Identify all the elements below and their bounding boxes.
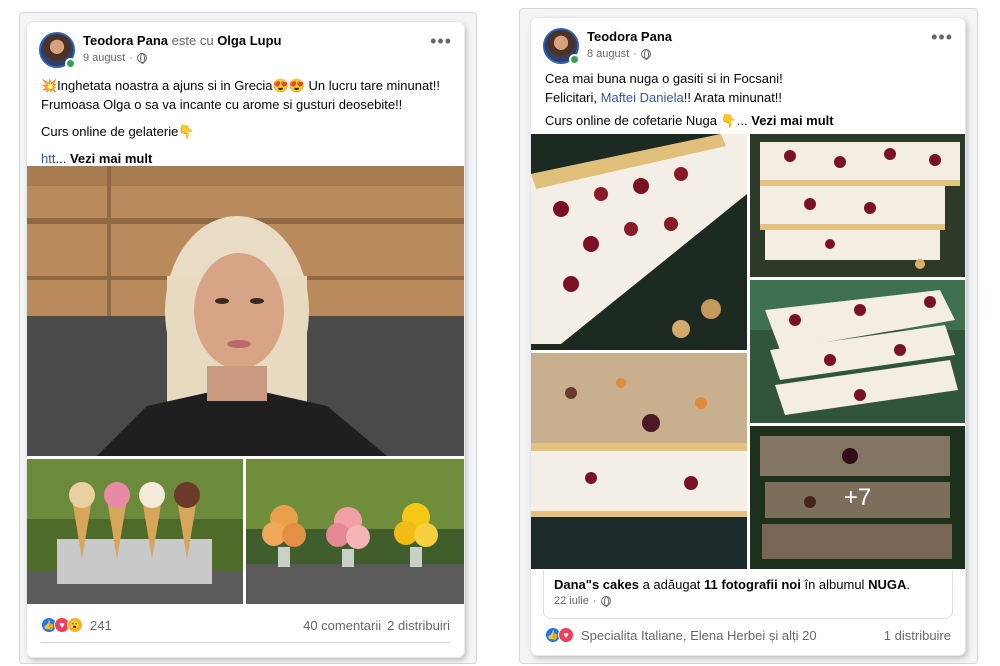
post-text-line: Curs online de gelaterie👇 — [41, 124, 195, 139]
post-text: 💥Inghetata noastra a ajuns si in Grecia😍… — [41, 76, 451, 168]
post-card: Teodora Pana este cu Olga Lupu 9 august … — [27, 22, 464, 657]
album-count: 11 fotografii noi — [704, 577, 801, 592]
post-text-line: Curs online de cofetarie Nuga 👇... Vezi … — [545, 111, 955, 130]
reactions-bar: 👍 ♥ 😮 241 40 comentarii 2 distribuiri — [41, 617, 450, 633]
globe-icon — [136, 53, 147, 64]
post-text-line: Cea mai buna nuga o gasiti si in Focsani… — [545, 71, 783, 86]
post-date[interactable]: 8 august — [587, 48, 629, 60]
globe-icon — [600, 596, 611, 607]
reactions-bar: 👍 ♥ Specialita Italiane, Elena Herbei și… — [545, 627, 951, 643]
author-name[interactable]: Teodora Pana — [83, 33, 168, 48]
post-photo-more[interactable]: +7 — [750, 426, 965, 569]
online-status-icon — [65, 58, 76, 69]
see-more-link[interactable]: Vezi mai mult — [751, 113, 833, 128]
post-meta: 9 august · — [83, 52, 147, 64]
globe-icon — [640, 49, 651, 60]
post-photo-nougat-2[interactable] — [750, 134, 965, 277]
more-dots-icon[interactable]: ••• — [430, 32, 452, 50]
shares-count[interactable]: 2 distribuiri — [387, 618, 450, 633]
post-author-line: Teodora Pana este cu Olga Lupu — [83, 33, 281, 48]
reaction-icons[interactable]: 👍 ♥ — [545, 627, 574, 643]
post-photo-cones[interactable] — [27, 459, 243, 604]
post-header: Teodora Pana 8 august · ••• — [543, 28, 953, 68]
reactions-names[interactable]: Specialita Italiane, Elena Herbei și alț… — [581, 628, 817, 643]
post-text-fragment: Felicitari, — [545, 90, 598, 105]
post-header: Teodora Pana este cu Olga Lupu 9 august … — [39, 32, 452, 72]
album-meta: 22 iulie · — [554, 595, 942, 607]
post-text: Cea mai buna nuga o gasiti si in Focsani… — [545, 69, 955, 130]
album-text: în albumul — [804, 577, 865, 592]
post-card: Teodora Pana 8 august · ••• Cea mai buna… — [531, 18, 965, 655]
post-text-line: 💥Inghetata noastra a ajuns si in Grecia😍… — [41, 78, 441, 93]
more-photos-overlay[interactable]: +7 — [750, 426, 965, 569]
album-line: Dana"s cakes a adăugat 11 fotografii noi… — [554, 577, 942, 592]
tagged-name[interactable]: Olga Lupu — [217, 33, 281, 48]
post-text-fragment: Curs online de cofetarie Nuga 👇... — [545, 113, 748, 128]
shares-count[interactable]: 1 distribuire — [884, 628, 951, 643]
with-text: este cu — [171, 33, 214, 48]
album-name[interactable]: NUGA — [868, 577, 906, 592]
post-text-line: Felicitari, Maftei Daniela!! Arata minun… — [545, 88, 955, 107]
album-date[interactable]: 22 iulie — [554, 595, 589, 607]
post-photo-nougat-4[interactable] — [531, 353, 747, 569]
wow-reaction-icon: 😮 — [67, 617, 83, 633]
post-photo-portrait[interactable] — [27, 166, 464, 456]
album-text: a adăugat — [642, 577, 701, 592]
post-meta: 8 august · — [587, 48, 651, 60]
reactions-count[interactable]: 241 — [90, 618, 112, 633]
post-link[interactable]: htt — [41, 151, 55, 166]
post-text-fragment: !! Arata minunat!! — [683, 90, 783, 105]
divider — [41, 642, 450, 643]
author-name[interactable]: Teodora Pana — [587, 29, 672, 44]
album-author[interactable]: Dana"s cakes — [554, 577, 639, 592]
post-text-line: Frumoasa Olga o sa va incante cu arome s… — [41, 97, 403, 112]
post-author-line: Teodora Pana — [587, 29, 672, 44]
album-attachment[interactable]: Dana"s cakes a adăugat 11 fotografii noi… — [543, 571, 953, 619]
ellipsis: ... — [55, 151, 67, 166]
see-more-link[interactable]: Vezi mai mult — [70, 151, 152, 166]
mention-link[interactable]: Maftei Daniela — [601, 90, 684, 105]
post-photo-nougat-3[interactable] — [750, 280, 965, 423]
love-reaction-icon: ♥ — [558, 627, 574, 643]
reaction-icons[interactable]: 👍 ♥ 😮 — [41, 617, 83, 633]
more-dots-icon[interactable]: ••• — [931, 28, 953, 46]
comments-count[interactable]: 40 comentarii — [303, 618, 381, 633]
album-period: . — [906, 577, 910, 592]
post-photo-bowls[interactable] — [246, 459, 464, 604]
post-date[interactable]: 9 august — [83, 52, 125, 64]
post-photo-nougat-1[interactable] — [531, 134, 747, 350]
online-status-icon — [569, 54, 580, 65]
